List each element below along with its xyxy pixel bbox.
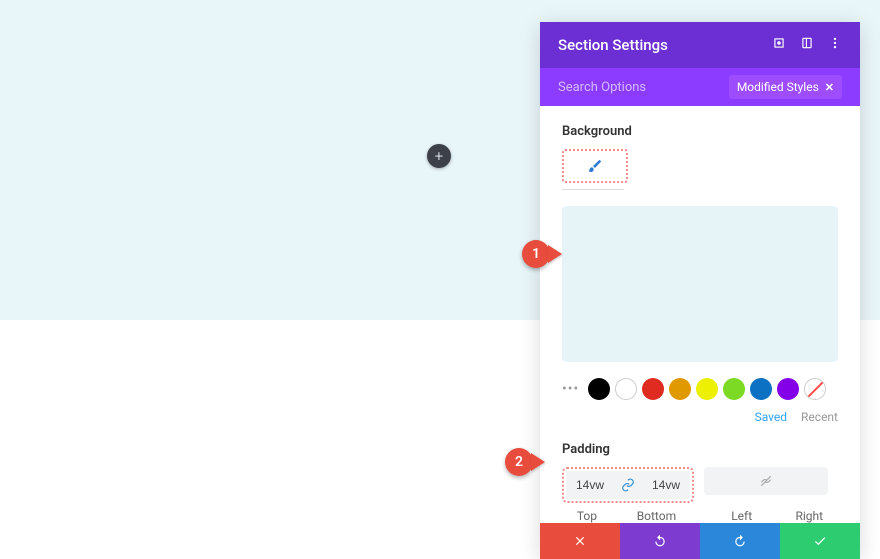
callout-1-bubble: 1 <box>522 240 550 268</box>
settings-panel: Section Settings Search Options Modified… <box>540 22 860 559</box>
panel-header: Section Settings <box>540 22 860 68</box>
swatch-lime[interactable] <box>723 378 745 400</box>
panel-body: Background ••• Saved Recent Padding <box>540 106 860 523</box>
modified-styles-filter[interactable]: Modified Styles ✕ <box>729 75 842 99</box>
padding-label: Padding <box>562 442 838 457</box>
padding-top-input[interactable] <box>566 471 614 499</box>
padding-section: Padding Top B <box>562 442 838 523</box>
panel-title: Section Settings <box>558 36 668 54</box>
padding-top-bottom-group <box>562 467 694 503</box>
redo-button[interactable] <box>700 523 780 559</box>
callout-1: 1 <box>522 240 562 268</box>
cancel-button[interactable] <box>540 523 620 559</box>
modified-styles-label: Modified Styles <box>737 80 819 94</box>
kebab-menu-icon[interactable] <box>828 36 842 54</box>
close-icon[interactable]: ✕ <box>825 81 834 94</box>
tab-recent[interactable]: Recent <box>801 410 838 424</box>
padding-left-sublabel: Left <box>713 509 771 523</box>
background-color-tab[interactable] <box>568 155 622 177</box>
swatch-white[interactable] <box>615 378 637 400</box>
callout-1-tail <box>548 245 562 263</box>
swatch-blue[interactable] <box>750 378 772 400</box>
panel-footer <box>540 523 860 559</box>
swatch-black[interactable] <box>588 378 610 400</box>
background-option-highlight <box>562 149 628 183</box>
padding-top-sublabel: Top <box>562 509 612 523</box>
search-row: Search Options Modified Styles ✕ <box>540 68 860 106</box>
palette-tabs: Saved Recent <box>562 410 838 424</box>
swatch-orange[interactable] <box>669 378 691 400</box>
swatch-yellow[interactable] <box>696 378 718 400</box>
swatch-purple[interactable] <box>777 378 799 400</box>
background-color-preview[interactable] <box>562 206 838 362</box>
padding-right-input[interactable] <box>780 467 828 495</box>
callout-2: 2 <box>505 448 545 476</box>
color-palette-row: ••• <box>562 378 838 400</box>
padding-bottom-sublabel: Bottom <box>622 509 691 523</box>
tab-saved[interactable]: Saved <box>755 410 787 424</box>
undo-button[interactable] <box>620 523 700 559</box>
expand-icon[interactable] <box>772 36 786 54</box>
link-top-bottom-icon[interactable] <box>614 471 642 499</box>
save-button[interactable] <box>780 523 860 559</box>
add-section-button[interactable]: + <box>427 144 451 168</box>
swatch-none[interactable] <box>804 378 826 400</box>
swatch-red[interactable] <box>642 378 664 400</box>
padding-sublabels: Top Bottom Left Right <box>562 509 838 523</box>
callout-2-tail <box>531 453 545 471</box>
link-left-right-icon[interactable] <box>752 467 780 495</box>
padding-right-sublabel: Right <box>780 509 838 523</box>
palette-more-icon[interactable]: ••• <box>562 381 579 397</box>
padding-left-input[interactable] <box>704 467 752 495</box>
underline-decor <box>562 189 624 190</box>
background-label: Background <box>562 124 838 139</box>
search-input[interactable]: Search Options <box>558 80 646 95</box>
responsive-icon[interactable] <box>800 36 814 54</box>
padding-bottom-input[interactable] <box>642 471 690 499</box>
padding-left-right-group <box>704 467 828 495</box>
callout-2-bubble: 2 <box>505 448 533 476</box>
